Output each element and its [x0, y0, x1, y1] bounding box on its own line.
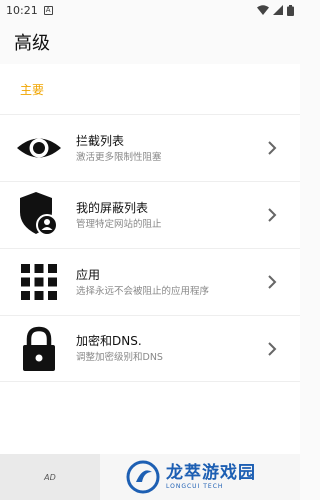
item-subtitle: 激活更多限制性阻塞 — [76, 151, 162, 163]
item-title: 加密和DNS. — [76, 334, 142, 348]
item-title: 拦截列表 — [76, 133, 125, 148]
app-bar: 高级 — [0, 20, 300, 64]
notification-icon: A — [43, 5, 53, 15]
wifi-icon — [257, 5, 269, 15]
item-title: 应用 — [76, 267, 101, 282]
item-subtitle: 调整加密级别和DNS — [76, 352, 163, 363]
item-subtitle: 选择永远不会被阻止的应用程序 — [76, 285, 210, 297]
brand-subtitle: LONGCUI TECH — [166, 483, 224, 490]
brand-logo-icon — [126, 460, 160, 494]
item-subtitle: 管理特定网站的阻止 — [76, 218, 162, 230]
page-title: 高级 — [14, 33, 50, 54]
brand-name: 龙萃游戏园 — [166, 463, 256, 483]
list-item-my-blocklist[interactable]: 我的屏蔽列表 管理特定网站的阻止 — [0, 181, 300, 248]
status-bar: 10:21 A — [0, 0, 300, 20]
item-title: 我的屏蔽列表 — [76, 200, 149, 215]
list-item-blocklists[interactable]: 拦截列表 激活更多限制性阻塞 — [0, 114, 300, 181]
signal-icon — [273, 5, 283, 15]
status-time: 10:21 — [6, 3, 38, 17]
chevron-right-icon — [262, 141, 282, 155]
apps-grid-icon — [16, 259, 62, 305]
shield-user-icon — [16, 192, 62, 238]
bottom-banner: AD 龙萃游戏园 LONGCUI TECH — [0, 454, 300, 500]
chevron-right-icon — [262, 275, 282, 289]
eye-icon — [16, 125, 62, 171]
battery-icon — [287, 4, 294, 16]
list-item-encryption-dns[interactable]: 加密和DNS. 调整加密级别和DNS — [0, 315, 300, 382]
chevron-right-icon — [262, 208, 282, 222]
settings-list: 主要 拦截列表 激活更多限制性阻塞 我的屏蔽列表 管理特定网站的阻止 应用 选择… — [0, 64, 300, 454]
brand-watermark: 龙萃游戏园 LONGCUI TECH — [100, 460, 300, 494]
list-item-apps[interactable]: 应用 选择永远不会被阻止的应用程序 — [0, 248, 300, 315]
ad-badge[interactable]: AD — [0, 454, 100, 500]
section-header: 主要 — [20, 82, 45, 97]
lock-icon — [16, 326, 62, 372]
chevron-right-icon — [262, 341, 282, 356]
